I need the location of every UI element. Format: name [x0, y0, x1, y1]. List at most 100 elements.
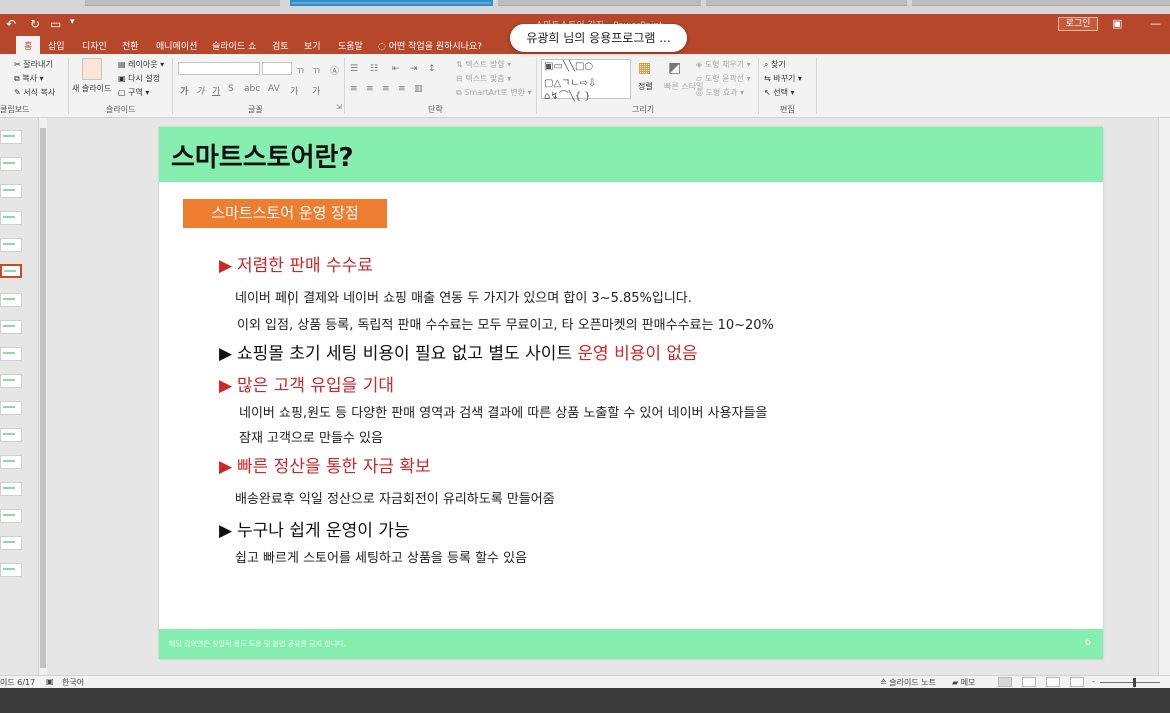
- slide-thumbnail[interactable]: [0, 238, 22, 252]
- strikethrough-icon[interactable]: abc: [244, 84, 260, 94]
- shape-effects-button[interactable]: ◎ 도형 효과 ▾: [696, 87, 744, 98]
- minimize-icon[interactable]: —: [1150, 17, 1161, 30]
- zoom-slider[interactable]: [1100, 682, 1160, 683]
- tell-me-search[interactable]: ◌ 어떤 작업을 원하시나요?: [378, 39, 482, 52]
- slide-thumbnail[interactable]: [0, 536, 22, 550]
- dialog-launcher-icon[interactable]: ⇲: [336, 103, 342, 111]
- notes-button[interactable]: ≙ 슬라이드 노트: [880, 677, 936, 688]
- grow-font-icon[interactable]: ㄲ: [296, 64, 304, 77]
- justify-icon[interactable]: ≡: [398, 84, 406, 94]
- align-right-icon[interactable]: ≡: [382, 84, 390, 94]
- find-button[interactable]: ⌕ 찾기: [764, 59, 786, 70]
- tab-view[interactable]: 보기: [304, 39, 321, 52]
- slide-thumbnail[interactable]: [0, 184, 22, 198]
- layout-button[interactable]: ▤ 레이아웃 ▾: [118, 59, 164, 70]
- login-button[interactable]: 로그인: [1058, 17, 1098, 31]
- slide-title[interactable]: 스마트스토어란?: [171, 137, 354, 174]
- new-slide-icon[interactable]: [82, 58, 102, 80]
- traffic-line-2[interactable]: 잠재 고객으로 만들수 있음: [239, 427, 383, 446]
- customize-qat-icon[interactable]: ▾: [70, 17, 75, 27]
- tab-insert[interactable]: 삽입: [48, 39, 65, 52]
- traffic-line-1[interactable]: 네이버 쇼핑,원도 등 다양한 판매 영역과 검색 결과에 따른 상품 노출할 …: [239, 402, 767, 421]
- comments-button[interactable]: ▰ 메모: [952, 677, 975, 688]
- video-thumbnail[interactable]: [85, 0, 280, 6]
- cut-button[interactable]: ✂ 잘라내기: [14, 59, 53, 70]
- select-button[interactable]: ↖ 선택 ▾: [764, 87, 795, 98]
- arrange-button[interactable]: 정렬: [638, 81, 653, 92]
- slide-number[interactable]: 6: [1085, 637, 1091, 648]
- numbering-icon[interactable]: ☷: [370, 64, 378, 74]
- video-thumbnail-active[interactable]: [290, 0, 493, 6]
- change-case-icon[interactable]: 가: [290, 84, 298, 97]
- align-center-icon[interactable]: ≡: [366, 84, 374, 94]
- tab-file[interactable]: [0, 39, 10, 53]
- slide-thumbnail[interactable]: [0, 347, 22, 361]
- easy-line-1[interactable]: 쉽고 빠르게 스토어를 세팅하고 상품을 등록 할수 있음: [235, 547, 527, 566]
- footer-note[interactable]: 해당 강의안은 상업적 용도 도용 및 불법 공유를 금지 합니다.: [169, 639, 346, 649]
- new-slide-button[interactable]: 새 슬라이드: [72, 83, 111, 94]
- tab-transitions[interactable]: 전환: [122, 39, 139, 52]
- tab-help[interactable]: 도움말: [338, 39, 363, 52]
- settle-line-1[interactable]: 배송완료후 익일 정산으로 자금회전이 유리하도록 만들어줌: [235, 488, 555, 507]
- slide-thumbnail[interactable]: [0, 320, 22, 334]
- slide-thumbnail[interactable]: [0, 455, 22, 469]
- bullet-no-cost[interactable]: ▶ 쇼핑몰 초기 세팅 비용이 필요 없고 별도 사이트 운영 비용이 없음: [219, 339, 698, 364]
- bullet-easy[interactable]: ▶ 누구나 쉽게 운영이 가능: [219, 516, 410, 541]
- slide-thumbnail[interactable]: [0, 293, 22, 307]
- smartart-button[interactable]: ⧉ SmartArt로 변환 ▾: [456, 87, 532, 98]
- slide-thumbnail[interactable]: [0, 482, 22, 496]
- normal-view-icon[interactable]: [998, 677, 1012, 687]
- char-spacing-icon[interactable]: AV: [268, 84, 280, 94]
- slide-thumbnail[interactable]: [0, 428, 22, 442]
- reading-view-icon[interactable]: [1046, 677, 1060, 687]
- ribbon-display-icon[interactable]: ▣: [1112, 17, 1122, 30]
- spellcheck-icon[interactable]: ▣: [46, 677, 54, 686]
- slide-thumbnail[interactable]: [0, 374, 22, 388]
- slideshow-icon[interactable]: ▭: [50, 17, 61, 31]
- bold-icon[interactable]: 가: [180, 84, 188, 97]
- bullets-icon[interactable]: ☰: [350, 64, 358, 74]
- video-thumbnail[interactable]: [498, 0, 701, 6]
- slideshow-view-icon[interactable]: [1070, 677, 1084, 687]
- line-spacing-icon[interactable]: ↕: [428, 64, 436, 74]
- slide-thumbnail[interactable]: [0, 563, 22, 577]
- shapes-gallery[interactable]: ▣▭╲╲□○ ▢△ㄱㄴ⇨⇩ ⌂↯⌒╲{ }: [541, 59, 631, 102]
- tab-design[interactable]: 디자인: [82, 39, 107, 52]
- font-name-select[interactable]: [178, 62, 260, 75]
- zoom-out-icon[interactable]: -: [1092, 677, 1095, 686]
- arrange-icon[interactable]: ▦: [638, 60, 651, 76]
- reset-button[interactable]: ▣ 다시 설정: [118, 73, 160, 84]
- slide-canvas[interactable]: 스마트스토어란? 스마트스토어 운영 장점 ▶ 저렴한 판매 수수료 네이버 페이…: [159, 127, 1103, 659]
- shape-fill-button[interactable]: ◈ 도형 채우기 ▾: [696, 59, 751, 70]
- tab-slideshow[interactable]: 슬라이드 쇼: [212, 39, 256, 52]
- italic-icon[interactable]: 가: [196, 84, 204, 97]
- quick-styles-icon[interactable]: ◩: [668, 60, 681, 76]
- text-direction-button[interactable]: ⇅ 텍스트 방향 ▾: [456, 59, 511, 70]
- clear-format-icon[interactable]: Ⓐ: [330, 64, 339, 77]
- slide-thumbnail-current[interactable]: [0, 264, 22, 278]
- font-color-icon[interactable]: 가: [312, 84, 320, 97]
- bullet-settlement[interactable]: ▶ 빠른 정산을 통한 자금 확보: [219, 452, 431, 477]
- copy-button[interactable]: ⧉ 복사 ▾: [14, 73, 44, 84]
- fee-line-2[interactable]: 이외 입점, 상품 등록, 독립적 판매 수수료는 모두 무료이고, 타 오픈마…: [237, 314, 774, 333]
- slide-thumbnail[interactable]: [0, 401, 22, 415]
- indent-icon[interactable]: ⇤: [392, 64, 400, 74]
- format-painter-button[interactable]: ✎ 서식 복사: [14, 87, 55, 98]
- slide-scrollbar[interactable]: [1158, 118, 1170, 675]
- zoom-slider-knob[interactable]: [1133, 678, 1136, 687]
- align-text-button[interactable]: ⊟ 텍스트 맞춤 ▾: [456, 73, 511, 84]
- slide-thumbnail[interactable]: [0, 130, 22, 144]
- outdent-icon[interactable]: ⇥: [410, 64, 418, 74]
- shadow-icon[interactable]: S: [228, 84, 234, 94]
- shape-outline-button[interactable]: ▱ 도형 윤곽선 ▾: [696, 73, 751, 84]
- shrink-font-icon[interactable]: ㄲ: [312, 64, 320, 77]
- tab-review[interactable]: 검토: [272, 39, 289, 52]
- bullet-traffic[interactable]: ▶ 많은 고객 유입을 기대: [219, 371, 394, 396]
- thumbnails-scrollbar[interactable]: [38, 118, 47, 675]
- section-badge[interactable]: 스마트스토어 운영 장점: [183, 199, 387, 228]
- screen-share-toast[interactable]: 유광희 님의 응용프로그램 ...: [510, 24, 687, 52]
- font-size-select[interactable]: [262, 62, 292, 75]
- language-indicator[interactable]: 한국어: [62, 677, 84, 688]
- section-button[interactable]: ▢ 구역 ▾: [118, 87, 149, 98]
- underline-icon[interactable]: 가: [212, 84, 220, 97]
